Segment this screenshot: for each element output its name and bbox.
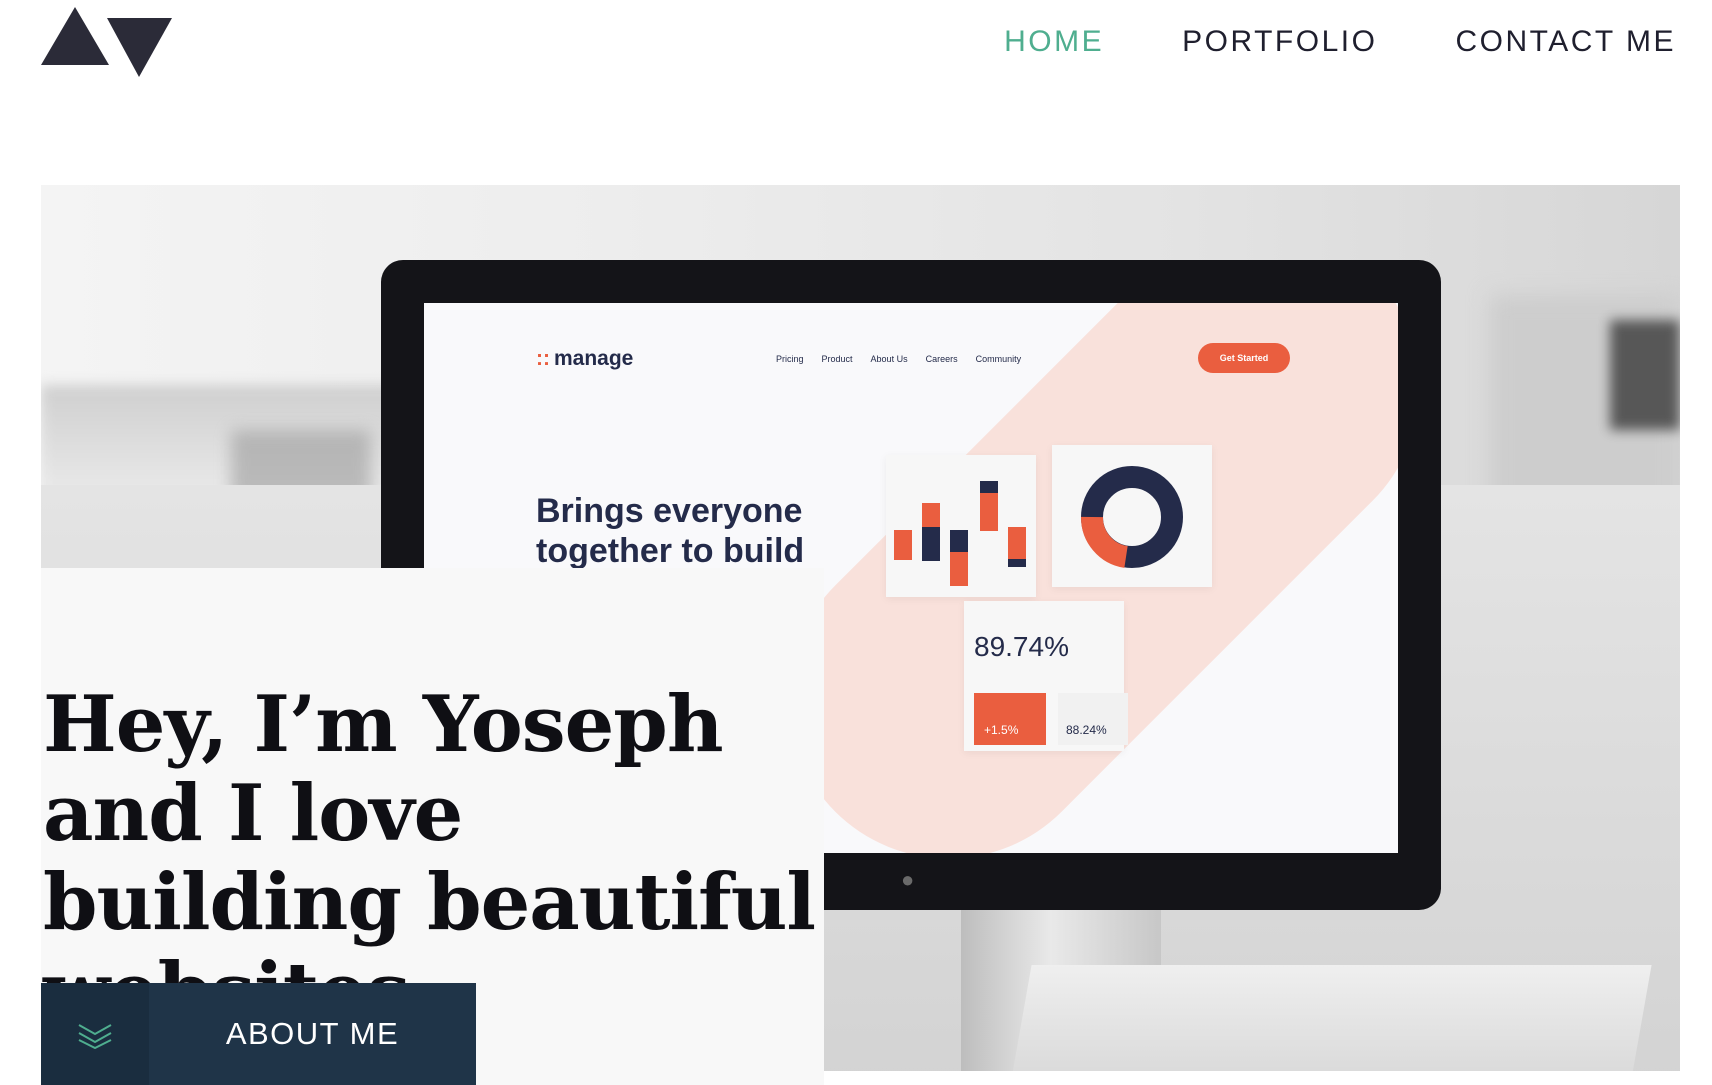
main-nav: HOME PORTFOLIO CONTACT ME	[1004, 22, 1676, 62]
logo-icon[interactable]	[41, 7, 172, 77]
screen-sub-stat: 88.24%	[1058, 693, 1128, 745]
nav-portfolio[interactable]: PORTFOLIO	[1182, 25, 1377, 59]
screen-donut-card	[1052, 445, 1212, 587]
screen-nav: Pricing Product About Us Careers Communi…	[776, 354, 1021, 364]
screen-nav-item: Careers	[925, 354, 958, 364]
screen-nav-item: About Us	[870, 354, 908, 364]
background-object	[1610, 320, 1680, 430]
screen-bar	[1008, 559, 1026, 567]
screen-donut-chart	[1081, 466, 1183, 568]
double-chevron-down-icon	[41, 983, 149, 1085]
screen-nav-item: Pricing	[776, 354, 804, 364]
screen-stat: 89.74%	[974, 631, 1069, 662]
screen-cta-button: Get Started	[1198, 343, 1290, 373]
screen-nav-item: Community	[975, 354, 1022, 364]
about-me-button[interactable]: ABOUT ME	[41, 983, 476, 1085]
screen-nav-item: Product	[821, 354, 853, 364]
screen-bar-card	[886, 455, 1036, 597]
apple-logo-icon: ●	[901, 867, 915, 892]
screen-bar	[922, 503, 940, 527]
screen-stat-card: 89.74% +1.5% 88.24%	[964, 601, 1128, 751]
nav-contact-me[interactable]: CONTACT ME	[1455, 25, 1676, 59]
screen-headline: Brings everyone together to build	[536, 492, 805, 570]
screen-bar	[980, 481, 998, 493]
screen-bar	[894, 530, 912, 560]
monitor-stand-base	[1010, 965, 1652, 1071]
about-me-label: ABOUT ME	[225, 1016, 400, 1051]
screen-delta: +1.5%	[974, 693, 1046, 745]
screen-bar	[950, 530, 968, 552]
screen-brand: :: manage	[536, 347, 634, 370]
nav-home[interactable]: HOME	[1004, 25, 1104, 59]
